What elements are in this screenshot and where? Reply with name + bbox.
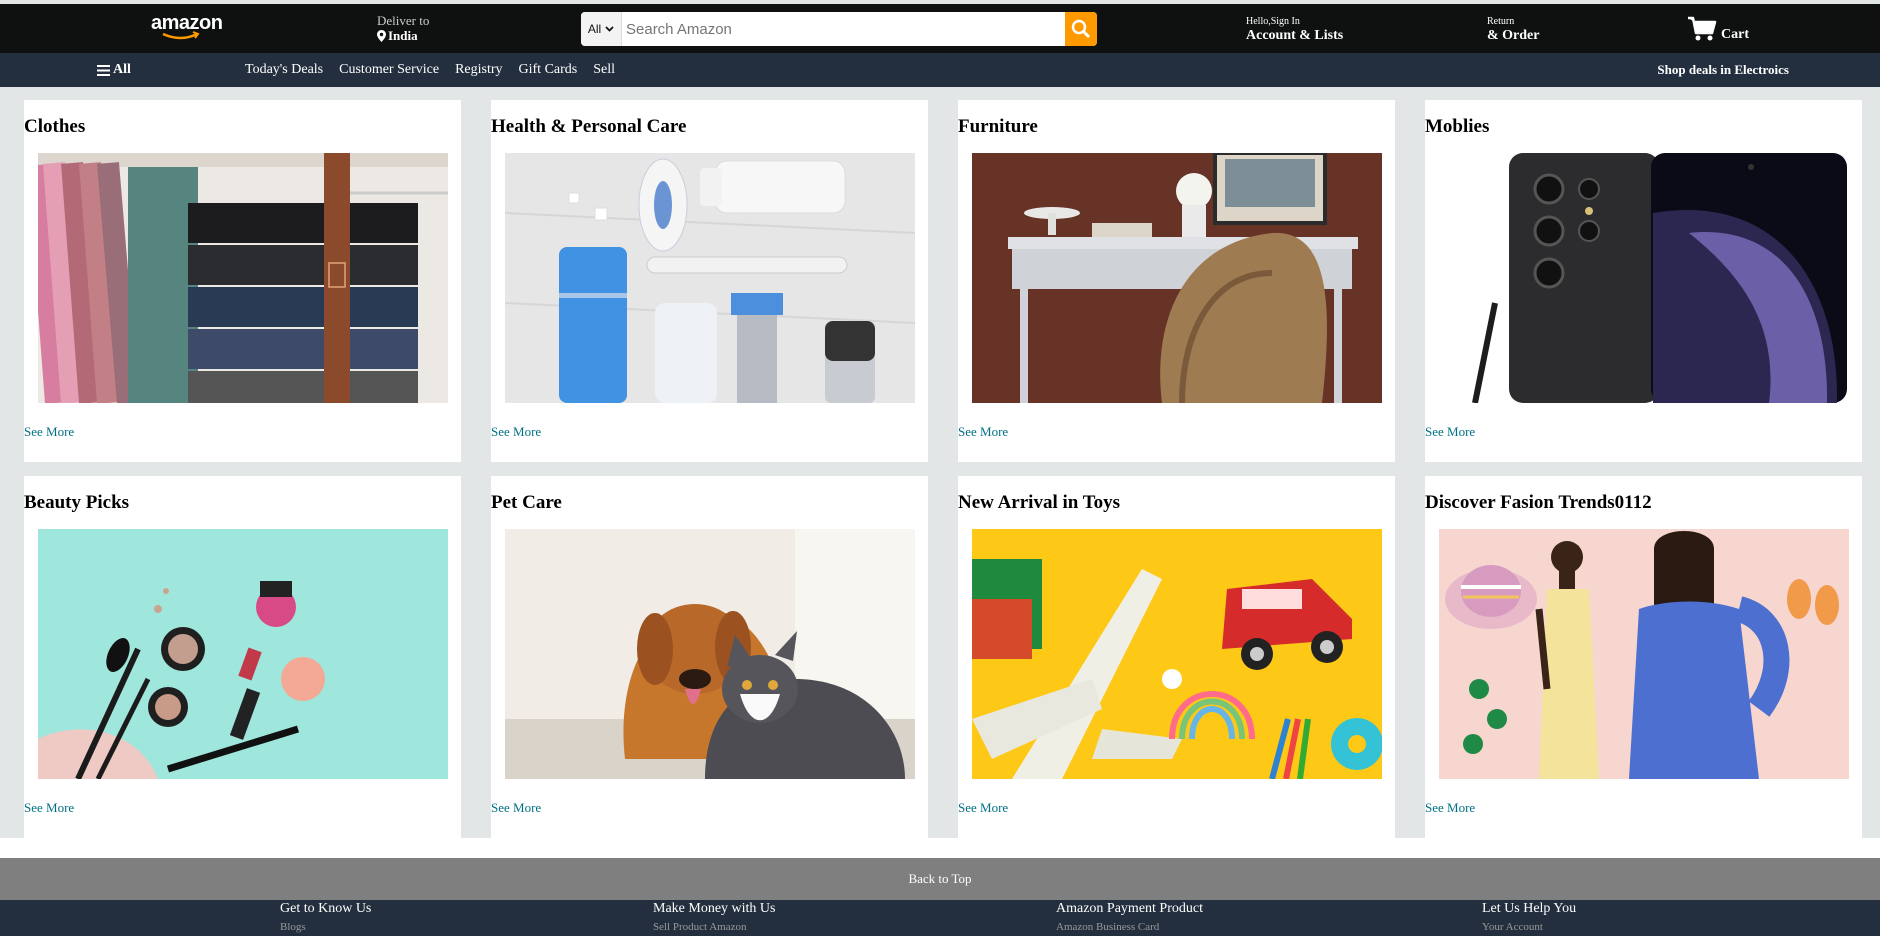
all-menu-label: All (113, 62, 131, 77)
card-title: New Arrival in Toys (958, 492, 1121, 513)
back-to-top-label: Back to Top (908, 871, 972, 886)
footer-column: Amazon Payment Product Amazon Business C… (1056, 900, 1203, 933)
nav-link-sell[interactable]: Sell (593, 62, 615, 78)
footer-heading: Amazon Payment Product (1056, 901, 1203, 916)
nav-link-registry[interactable]: Registry (455, 62, 502, 78)
furniture-image[interactable] (972, 153, 1382, 403)
returns-orders[interactable]: Return & Order (1487, 16, 1539, 44)
footer-link[interactable]: Blogs (280, 921, 371, 933)
deliver-location: India (388, 28, 418, 43)
all-menu-button[interactable]: All (97, 62, 131, 78)
nav-links: Today's Deals Customer Service Registry … (245, 62, 615, 78)
nav-link-customer-service[interactable]: Customer Service (339, 62, 439, 78)
cart-label: Cart (1721, 27, 1749, 42)
nav-link-gift-cards[interactable]: Gift Cards (519, 62, 578, 78)
footer-heading: Make Money with Us (653, 901, 776, 916)
mobile-phone-image[interactable] (1439, 153, 1849, 403)
card-title: Pet Care (491, 492, 562, 513)
search-category-label: All (587, 22, 602, 36)
nav-link-todays-deals[interactable]: Today's Deals (245, 62, 323, 78)
see-more-link[interactable]: See More (24, 424, 74, 440)
category-card: New Arrival in Toys See More (958, 476, 1395, 838)
clothes-image[interactable] (38, 153, 448, 403)
back-to-top-button[interactable]: Back to Top (0, 858, 1880, 900)
fashion-image[interactable] (1439, 529, 1849, 779)
beauty-image[interactable] (38, 529, 448, 779)
see-more-link[interactable]: See More (491, 800, 541, 816)
footer-heading: Let Us Help You (1482, 901, 1577, 916)
card-title: Health & Personal Care (491, 116, 687, 137)
top-header: amazon Deliver to India All Search Amazo… (0, 4, 1880, 53)
category-card: Discover Fasion Trends0112 See More (1425, 476, 1862, 838)
card-title: Discover Fasion Trends0112 (1425, 492, 1652, 513)
category-card: Furniture See More (958, 100, 1395, 462)
footer: Get to Know Us Blogs Make Money with Us … (0, 900, 1880, 936)
cart-button[interactable]: Cart (1687, 16, 1749, 42)
logo-smile-icon (162, 31, 200, 40)
category-card: Health & Personal Care See More (491, 100, 928, 462)
orders-label: & Order (1487, 28, 1540, 43)
category-card: Beauty Picks See More (24, 476, 461, 838)
card-title: Clothes (24, 116, 86, 137)
account-lists[interactable]: Hello,Sign In Account & Lists (1246, 16, 1343, 44)
see-more-link[interactable]: See More (1425, 424, 1475, 440)
account-label: Account & Lists (1246, 28, 1344, 43)
returns-label: Return (1487, 16, 1515, 27)
shopping-cart-icon (1688, 16, 1717, 41)
search-input[interactable] (622, 12, 1065, 46)
chevron-down-icon (605, 26, 614, 32)
footer-column: Make Money with Us Sell Product Amazon (653, 900, 776, 933)
see-more-link[interactable]: See More (24, 800, 74, 816)
deliver-to[interactable]: Deliver to India (377, 14, 429, 44)
account-greeting: Hello,Sign In (1246, 16, 1300, 27)
footer-link[interactable]: Amazon Business Card (1056, 921, 1203, 933)
page-gap (0, 838, 1880, 858)
location-pin-icon (377, 30, 386, 42)
pet-care-image[interactable] (505, 529, 915, 779)
footer-heading: Get to Know Us (280, 901, 372, 916)
card-title: Moblies (1425, 116, 1490, 137)
footer-column: Let Us Help You Your Account (1482, 900, 1576, 933)
footer-column: Get to Know Us Blogs (280, 900, 371, 933)
logo-text: amazon (151, 12, 223, 34)
category-card: Pet Care See More (491, 476, 928, 838)
see-more-link[interactable]: See More (958, 424, 1008, 440)
footer-link[interactable]: Your Account (1482, 921, 1576, 933)
card-title: Furniture (958, 116, 1038, 137)
search-icon (1071, 19, 1091, 39)
deliver-label: Deliver to (377, 13, 430, 28)
see-more-link[interactable]: See More (958, 800, 1008, 816)
footer-link[interactable]: Sell Product Amazon (653, 921, 776, 933)
category-card: Moblies See More (1425, 100, 1862, 462)
search-bar: All (581, 12, 1097, 46)
amazon-logo[interactable]: amazon (151, 13, 223, 41)
search-category-select[interactable]: All (581, 12, 622, 46)
hamburger-menu-icon (97, 64, 110, 76)
see-more-link[interactable]: See More (491, 424, 541, 440)
toys-image[interactable] (972, 529, 1382, 779)
see-more-link[interactable]: See More (1425, 800, 1475, 816)
card-title: Beauty Picks (24, 492, 130, 513)
nav-bar: All Today's Deals Customer Service Regis… (0, 53, 1880, 87)
category-card: Clothes See More (24, 100, 461, 462)
health-care-image[interactable] (505, 153, 915, 403)
nav-promo-link[interactable]: Shop deals in Electroics (1657, 62, 1789, 78)
search-button[interactable] (1065, 12, 1097, 46)
